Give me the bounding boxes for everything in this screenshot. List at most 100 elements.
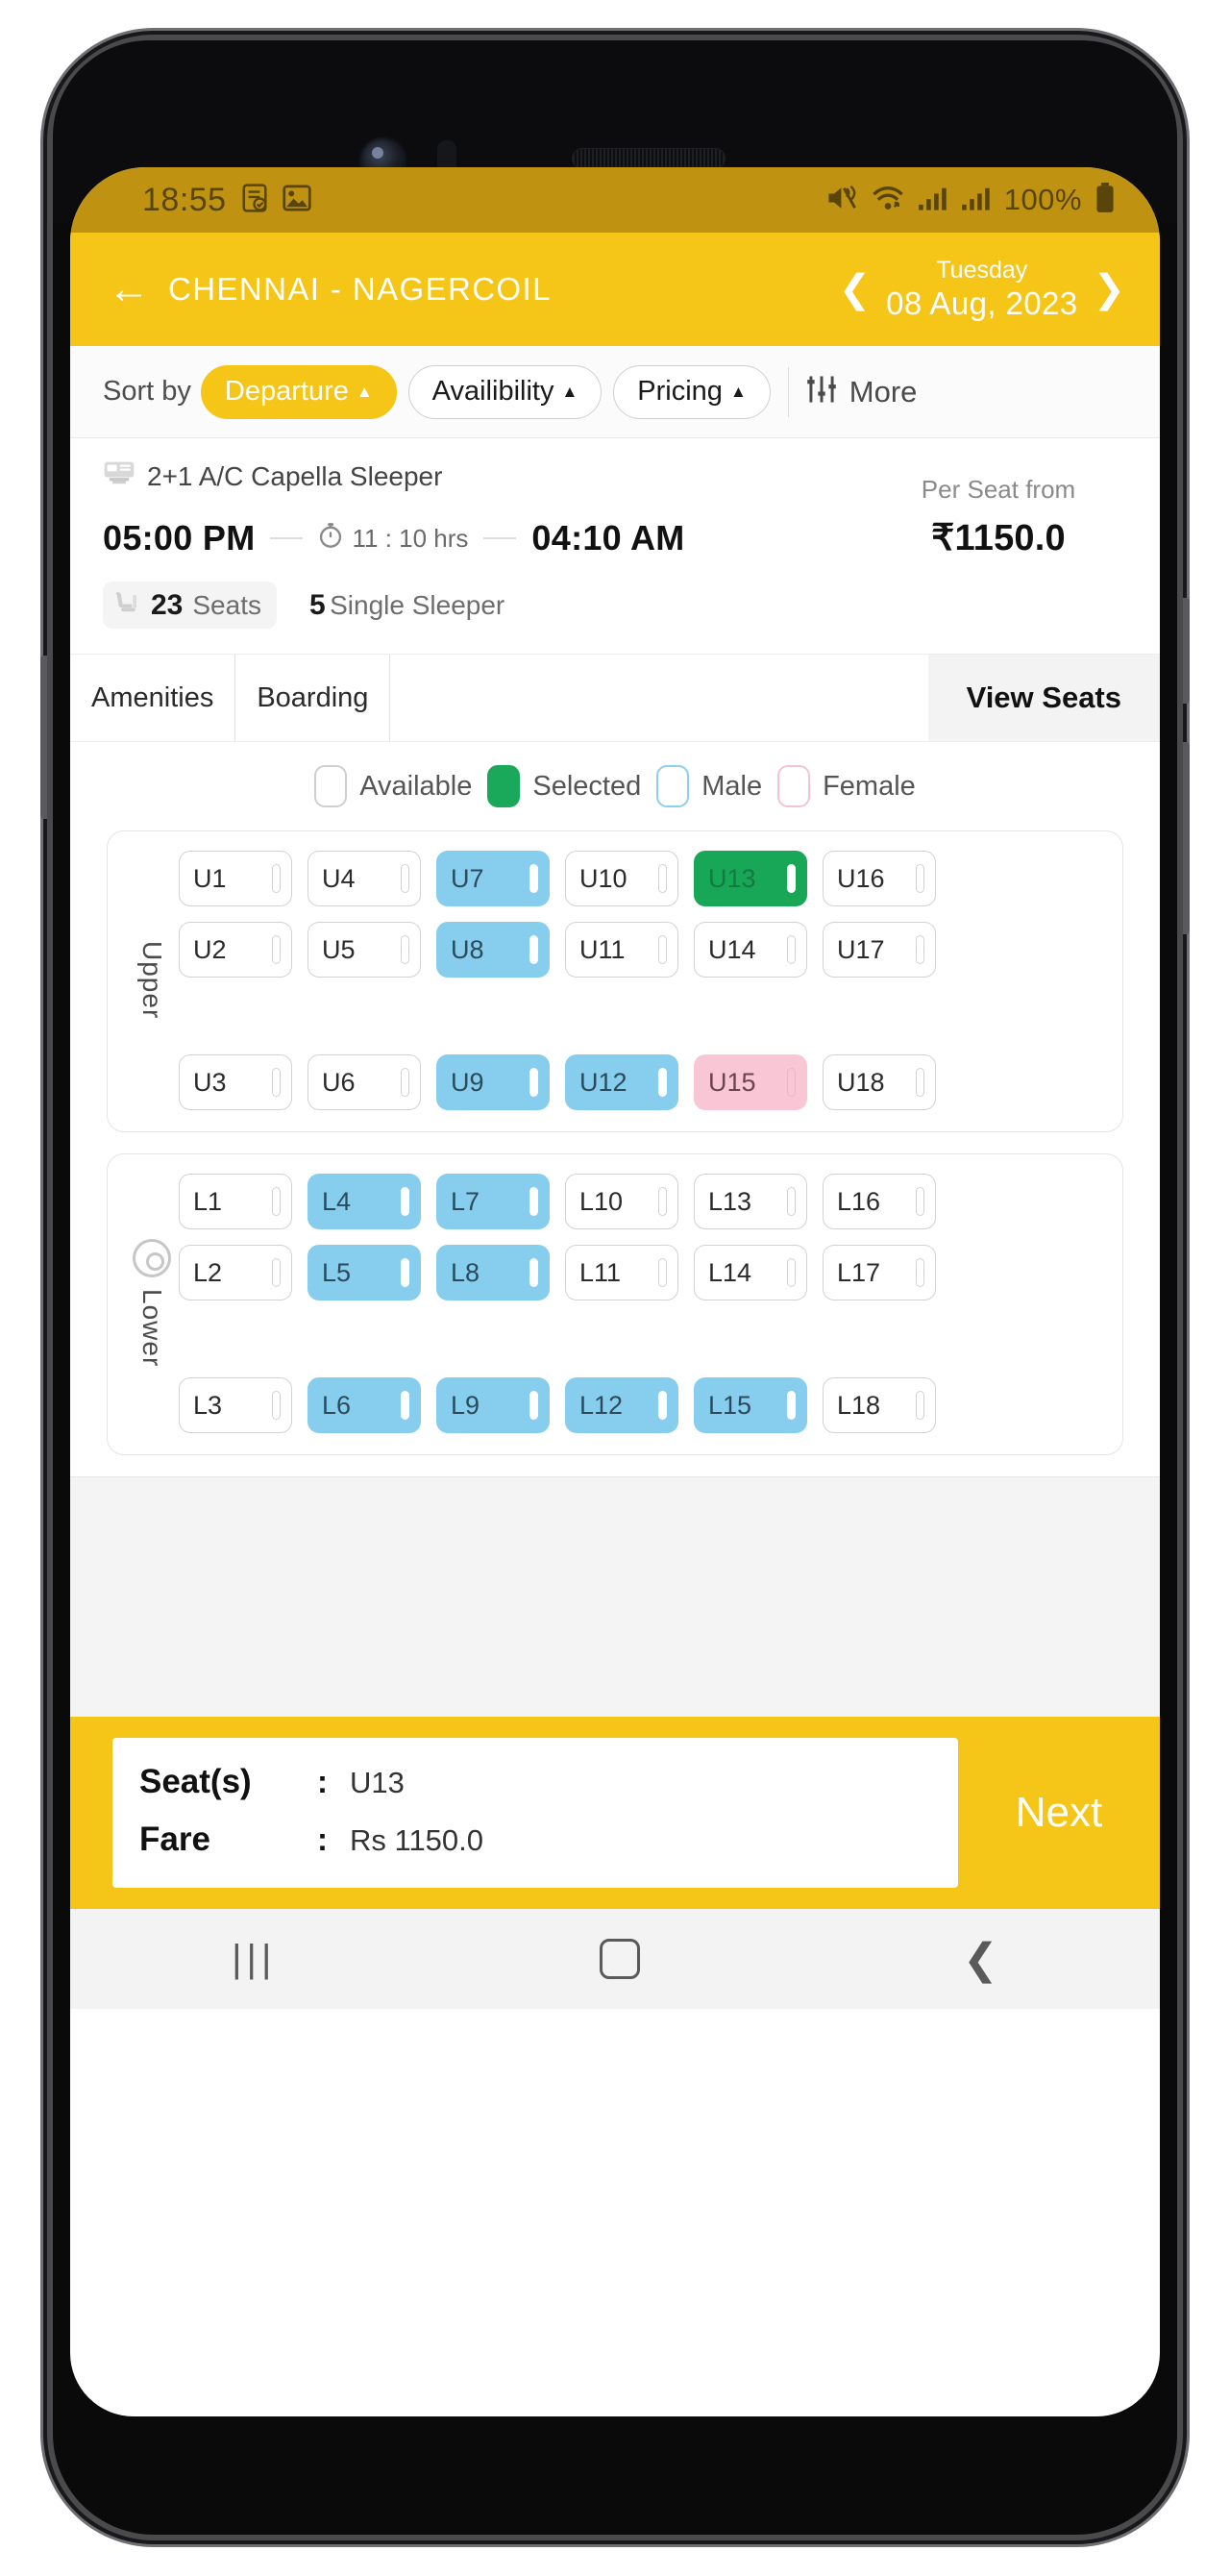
legend-swatch-selected — [487, 765, 521, 807]
seat-U15[interactable]: U15 — [694, 1054, 807, 1110]
seat-L14[interactable]: L14 — [694, 1245, 807, 1300]
sort-bar: Sort by Departure ▲ Availibility ▲ Prici… — [70, 346, 1160, 438]
bus-type-label: 2+1 A/C Capella Sleeper — [147, 460, 443, 491]
deck-label: Upper — [137, 941, 167, 1020]
seat-label: U11 — [579, 934, 626, 964]
tab-view-seats[interactable]: View Seats — [927, 655, 1160, 741]
clock-icon — [318, 522, 343, 556]
seat-U1[interactable]: U1 — [179, 851, 292, 906]
seat-L13[interactable]: L13 — [694, 1174, 807, 1229]
seat-berth-icon — [401, 935, 409, 964]
legend-swatch-female — [777, 765, 811, 807]
sort-pill-pricing[interactable]: Pricing ▲ — [613, 364, 771, 419]
seat-berth-icon — [658, 935, 667, 964]
seat-U14[interactable]: U14 — [694, 922, 807, 978]
seat-L18[interactable]: L18 — [823, 1377, 936, 1433]
seat-berth-icon — [787, 1187, 796, 1216]
date-texts: Tuesday 08 Aug, 2023 — [886, 257, 1077, 322]
back-arrow-icon[interactable]: ← — [103, 268, 155, 310]
seat-label: U9 — [451, 1067, 484, 1097]
seat-U4[interactable]: U4 — [308, 851, 421, 906]
seat-L4[interactable]: L4 — [308, 1174, 421, 1229]
bus-card[interactable]: 2+1 A/C Capella Sleeper 05:00 PM 11 : 10… — [70, 438, 1160, 654]
seat-L12[interactable]: L12 — [565, 1377, 678, 1433]
seat-U7[interactable]: U7 — [436, 851, 550, 906]
seats-count: 23 — [151, 588, 184, 621]
deck-side: Upper — [125, 851, 179, 1110]
seat-U17[interactable]: U17 — [823, 922, 936, 978]
deck-lower: Lower L1 L4 L7 L10 L13 L16 L2 L5 L8 L11 L14 L17 L3 L6 L… — [107, 1153, 1123, 1455]
seat-berth-icon — [916, 1068, 924, 1097]
seat-L2[interactable]: L2 — [179, 1245, 292, 1300]
seat-berth-icon — [658, 1258, 667, 1287]
seat-row: U2 U5 U8 U11 U14 U17 — [179, 922, 1105, 978]
seat-L15[interactable]: L15 — [694, 1377, 807, 1433]
task-icon — [242, 183, 267, 217]
seat-berth-icon — [658, 864, 667, 893]
home-icon[interactable] — [599, 1939, 640, 1979]
more-filters-button[interactable]: More — [806, 374, 917, 409]
seat-berth-icon — [529, 935, 538, 964]
seat-L16[interactable]: L16 — [823, 1174, 936, 1229]
seat-U6[interactable]: U6 — [308, 1054, 421, 1110]
bus-icon — [103, 459, 135, 493]
date-value: 08 Aug, 2023 — [886, 285, 1078, 321]
seat-L10[interactable]: L10 — [565, 1174, 678, 1229]
recents-icon[interactable]: ||| — [232, 1938, 276, 1981]
seat-label: U4 — [322, 863, 356, 893]
image-icon — [282, 185, 311, 216]
seat-L1[interactable]: L1 — [179, 1174, 292, 1229]
seat-label: L15 — [708, 1390, 752, 1420]
seat-U9[interactable]: U9 — [436, 1054, 550, 1110]
sort-pill-departure-label: Departure — [224, 376, 349, 407]
seat-label: U14 — [708, 934, 756, 964]
seat-L6[interactable]: L6 — [308, 1377, 421, 1433]
legend-item-available: Available — [314, 765, 472, 807]
seat-L3[interactable]: L3 — [179, 1377, 292, 1433]
seat-U10[interactable]: U10 — [565, 851, 678, 906]
seat-L5[interactable]: L5 — [308, 1245, 421, 1300]
tab-boarding[interactable]: Boarding — [234, 655, 389, 741]
deck-rows: L1 L4 L7 L10 L13 L16 L2 L5 L8 L11 L14 L17 L3 L6 L9 L12 L… — [179, 1174, 1105, 1433]
seat-U18[interactable]: U18 — [823, 1054, 936, 1110]
seat-label: L16 — [837, 1186, 881, 1216]
seat-L11[interactable]: L11 — [565, 1245, 678, 1300]
chevron-left-icon[interactable]: ❮ — [833, 270, 877, 309]
chevron-right-icon[interactable]: ❯ — [1087, 270, 1131, 309]
seat-L8[interactable]: L8 — [436, 1245, 550, 1300]
seat-L7[interactable]: L7 — [436, 1174, 550, 1229]
next-button[interactable]: Next — [958, 1738, 1160, 1888]
price-label: Per Seat from — [921, 475, 1076, 504]
seat-U2[interactable]: U2 — [179, 922, 292, 978]
seat-berth-icon — [658, 1391, 667, 1420]
sort-pill-departure[interactable]: Departure ▲ — [200, 364, 397, 419]
seat-berth-icon — [787, 1391, 796, 1420]
legend-label-available: Available — [359, 770, 473, 802]
seat-U11[interactable]: U11 — [565, 922, 678, 978]
tab-amenities[interactable]: Amenities — [70, 655, 234, 741]
seat-berth-icon — [401, 1068, 409, 1097]
seat-berth-icon — [529, 1258, 538, 1287]
sort-pill-availibility[interactable]: Availibility ▲ — [407, 364, 603, 419]
seat-label: U6 — [322, 1067, 356, 1097]
seat-berth-icon — [787, 1258, 796, 1287]
wifi-icon — [871, 184, 905, 217]
seat-label: U3 — [193, 1067, 227, 1097]
seat-berth-icon — [916, 1187, 924, 1216]
seat-U5[interactable]: U5 — [308, 922, 421, 978]
seats-separator: : — [317, 1764, 328, 1799]
power-button[interactable] — [1183, 742, 1190, 934]
nav-back-icon[interactable]: ❮ — [963, 1935, 998, 1984]
seat-berth-icon — [916, 1258, 924, 1287]
seat-L17[interactable]: L17 — [823, 1245, 936, 1300]
seat-U3[interactable]: U3 — [179, 1054, 292, 1110]
seat-U8[interactable]: U8 — [436, 922, 550, 978]
seat-icon — [112, 588, 141, 622]
volume-button[interactable] — [1183, 598, 1190, 704]
price-value: ₹1150.0 — [931, 518, 1066, 558]
seat-L9[interactable]: L9 — [436, 1377, 550, 1433]
tab-view-seats-label: View Seats — [966, 681, 1121, 714]
seat-U12[interactable]: U12 — [565, 1054, 678, 1110]
seat-U16[interactable]: U16 — [823, 851, 936, 906]
seat-U13[interactable]: U13 — [694, 851, 807, 906]
